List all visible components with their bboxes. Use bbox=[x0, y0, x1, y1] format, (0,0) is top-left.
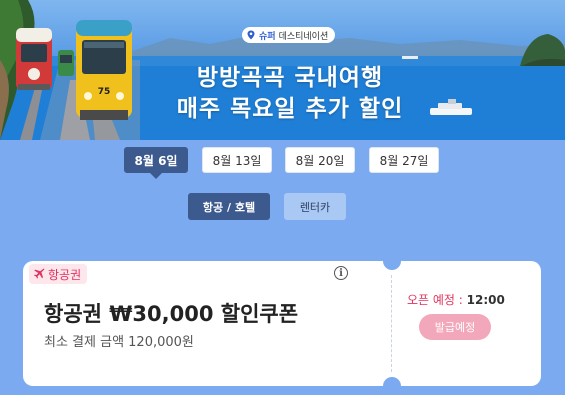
ticket-notch-bottom bbox=[383, 377, 401, 395]
category-tab-rental-car[interactable]: 렌터카 bbox=[284, 193, 346, 220]
badge-super-label: 슈퍼 bbox=[259, 31, 276, 42]
date-tab-aug-20[interactable]: 8월 20일 bbox=[285, 147, 355, 173]
date-tab-aug-27[interactable]: 8월 27일 bbox=[369, 147, 439, 173]
airplane-icon bbox=[34, 268, 45, 279]
ticket-divider bbox=[391, 275, 392, 372]
info-icon[interactable]: i bbox=[334, 266, 348, 280]
banner-headline-line1: 방방곡곡 국내여행 bbox=[196, 65, 384, 91]
coupon-card: 항공권 i 항공권 ₩30,000 할인쿠폰 최소 결제 금액 120,000원… bbox=[23, 252, 541, 395]
coupon-type-tag: 항공권 bbox=[29, 264, 88, 284]
coupon-min-payment: 최소 결제 금액 120,000원 bbox=[44, 335, 194, 350]
open-time-value: 12:00 bbox=[466, 293, 505, 307]
coupon-open-time: 오픈 예정 : 12:00 bbox=[407, 291, 505, 308]
issue-coupon-button[interactable]: 발급예정 bbox=[419, 314, 491, 340]
coupon-title: 항공권 ₩30,000 할인쿠폰 bbox=[44, 302, 299, 326]
category-tab-flight-hotel[interactable]: 항공 / 호텔 bbox=[188, 193, 270, 220]
date-tab-aug-6[interactable]: 8월 6일 bbox=[124, 147, 188, 173]
ticket-notch-top bbox=[383, 252, 401, 270]
banner-headline-line2: 매주 목요일 추가 할인 bbox=[176, 96, 404, 122]
badge-destination-label: 데스티네이션 bbox=[278, 31, 329, 42]
active-tab-caret bbox=[150, 173, 162, 179]
location-pin-icon bbox=[247, 30, 255, 40]
date-tab-aug-13[interactable]: 8월 13일 bbox=[202, 147, 272, 173]
promo-banner[interactable]: 75 슈퍼 데스티네이션 방방곡곡 국내여행 매주 목요일 추가 할인 bbox=[0, 0, 565, 140]
coupon-type-label: 항공권 bbox=[48, 267, 82, 282]
open-time-label: 오픈 예정 : bbox=[407, 293, 467, 307]
tram-number-label: 75 bbox=[98, 87, 111, 97]
destination-badge: 슈퍼 데스티네이션 bbox=[242, 27, 336, 43]
